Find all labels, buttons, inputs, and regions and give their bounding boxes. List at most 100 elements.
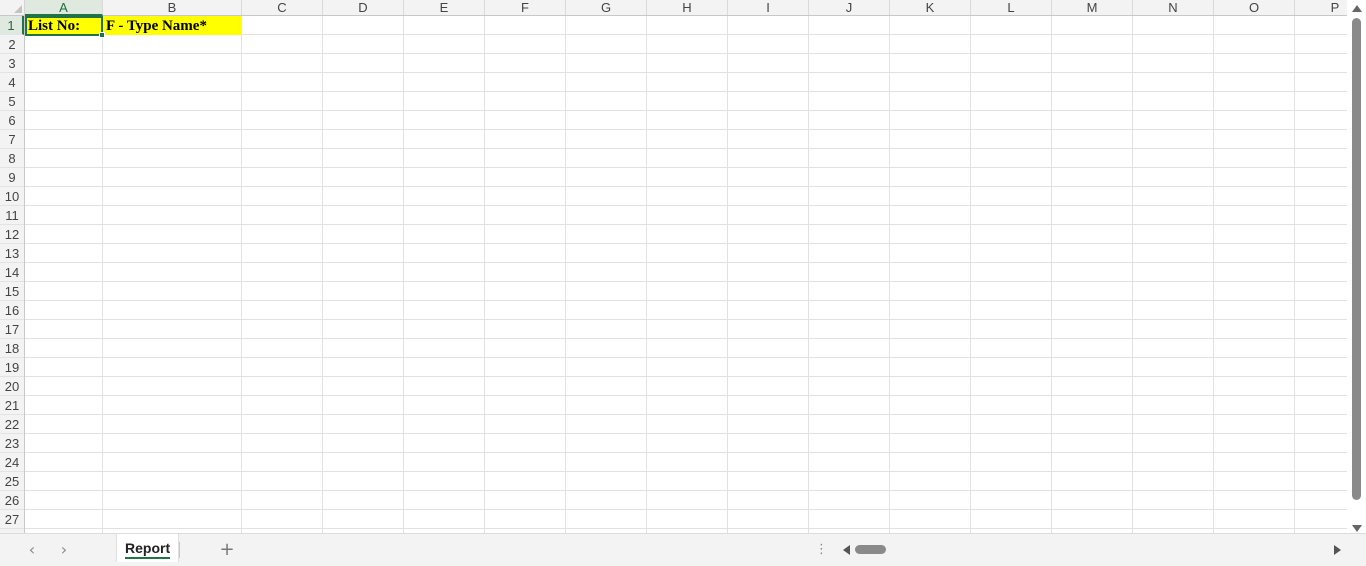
row-header-17[interactable]: 17	[0, 320, 24, 339]
more-options-icon[interactable]: ⋮	[815, 540, 828, 560]
sheet-tab-report[interactable]: Report	[116, 534, 180, 562]
gridline-vertical	[889, 16, 890, 533]
gridline-horizontal	[25, 376, 1347, 377]
column-header-j[interactable]: J	[809, 0, 890, 15]
gridline-horizontal	[25, 414, 1347, 415]
gridline-vertical	[646, 16, 647, 533]
gridline-vertical	[403, 16, 404, 533]
column-header-l[interactable]: L	[971, 0, 1052, 15]
row-header-20[interactable]: 20	[0, 377, 24, 396]
gridline-horizontal	[25, 110, 1347, 111]
gridline-horizontal	[25, 338, 1347, 339]
tab-divider	[179, 542, 180, 558]
select-all-triangle-icon	[14, 5, 22, 13]
gridline-vertical	[322, 16, 323, 533]
gridline-horizontal	[25, 53, 1347, 54]
gridline-vertical	[808, 16, 809, 533]
row-header-18[interactable]: 18	[0, 339, 24, 358]
column-header-g[interactable]: G	[566, 0, 647, 15]
gridline-vertical	[1132, 16, 1133, 533]
gridline-vertical	[1294, 16, 1295, 533]
gridline-horizontal	[25, 490, 1347, 491]
row-header-7[interactable]: 7	[0, 130, 24, 149]
column-header-i[interactable]: I	[728, 0, 809, 15]
row-header-21[interactable]: 21	[0, 396, 24, 415]
add-sheet-button[interactable]: +	[217, 539, 237, 561]
next-sheet-icon[interactable]: ›	[54, 540, 74, 560]
row-header-16[interactable]: 16	[0, 301, 24, 320]
gridline-horizontal	[25, 72, 1347, 73]
gridline-horizontal	[25, 300, 1347, 301]
column-header-m[interactable]: M	[1052, 0, 1133, 15]
select-all-corner[interactable]	[0, 0, 25, 16]
cell-area[interactable]: List No: F - Type Name*	[25, 16, 1347, 533]
vertical-scroll-thumb[interactable]	[1352, 18, 1361, 500]
row-header-26[interactable]: 26	[0, 491, 24, 510]
row-header-3[interactable]: 3	[0, 54, 24, 73]
row-header-6[interactable]: 6	[0, 111, 24, 130]
row-header-12[interactable]: 12	[0, 225, 24, 244]
row-header-8[interactable]: 8	[0, 149, 24, 168]
gridline-horizontal	[25, 243, 1347, 244]
row-header-25[interactable]: 25	[0, 472, 24, 491]
gridline-vertical	[970, 16, 971, 533]
column-header-n[interactable]: N	[1133, 0, 1214, 15]
column-headers: ABCDEFGHIJKLMNOP	[25, 0, 1347, 16]
gridline-vertical	[1051, 16, 1052, 533]
column-header-d[interactable]: D	[323, 0, 404, 15]
scroll-left-icon[interactable]	[843, 545, 850, 555]
row-headers: 1 2 3 4 5 6 7 8 9 10 11 12 13 14 15 16 17 18 19 20 21 22 23 24 2…	[0, 16, 25, 533]
row-header-27[interactable]: 27	[0, 510, 24, 529]
column-header-c[interactable]: C	[242, 0, 323, 15]
scroll-up-icon[interactable]	[1352, 5, 1362, 12]
row-header-10[interactable]: 10	[0, 187, 24, 206]
row-header-1[interactable]: 1	[0, 16, 24, 35]
column-header-o[interactable]: O	[1214, 0, 1295, 15]
gridline-vertical	[1213, 16, 1214, 533]
row-header-5[interactable]: 5	[0, 92, 24, 111]
cell-b1[interactable]: F - Type Name*	[103, 16, 242, 35]
row-header-14[interactable]: 14	[0, 263, 24, 282]
spreadsheet-grid[interactable]: ABCDEFGHIJKLMNOP 1 2 3 4 5 6 7 8 9 10 11 12 13 14 15 16…	[0, 0, 1347, 533]
cell-a1[interactable]: List No:	[25, 16, 103, 35]
row-header-23[interactable]: 23	[0, 434, 24, 453]
horizontal-scrollbar[interactable]	[838, 540, 1348, 560]
row-header-2[interactable]: 2	[0, 35, 24, 54]
column-header-a[interactable]: A	[25, 0, 103, 16]
row-header-11[interactable]: 11	[0, 206, 24, 225]
gridline-vertical	[727, 16, 728, 533]
gridline-horizontal	[25, 91, 1347, 92]
column-header-k[interactable]: K	[890, 0, 971, 15]
gridline-horizontal	[25, 357, 1347, 358]
horizontal-scroll-thumb[interactable]	[855, 545, 886, 554]
sheet-tab-bar: ‹ › Report + ⋮	[0, 533, 1366, 566]
gridline-horizontal	[25, 262, 1347, 263]
gridline-horizontal	[25, 319, 1347, 320]
gridline-horizontal	[25, 452, 1347, 453]
column-header-b[interactable]: B	[103, 0, 242, 15]
column-header-e[interactable]: E	[404, 0, 485, 15]
gridline-horizontal	[25, 433, 1347, 434]
prev-sheet-icon[interactable]: ‹	[22, 540, 42, 560]
gridline-horizontal	[25, 148, 1347, 149]
scroll-down-icon[interactable]	[1352, 525, 1362, 532]
gridline-horizontal	[25, 528, 1347, 529]
row-header-13[interactable]: 13	[0, 244, 24, 263]
row-header-4[interactable]: 4	[0, 73, 24, 92]
scroll-right-icon[interactable]	[1334, 545, 1341, 555]
column-header-f[interactable]: F	[485, 0, 566, 15]
column-header-h[interactable]: H	[647, 0, 728, 15]
gridline-vertical	[241, 16, 242, 533]
gridline-horizontal	[25, 129, 1347, 130]
gridline-vertical	[102, 16, 103, 533]
row-header-22[interactable]: 22	[0, 415, 24, 434]
gridline-horizontal	[25, 224, 1347, 225]
row-header-9[interactable]: 9	[0, 168, 24, 187]
row-header-15[interactable]: 15	[0, 282, 24, 301]
gridline-vertical	[565, 16, 566, 533]
row-header-24[interactable]: 24	[0, 453, 24, 472]
fill-handle[interactable]	[99, 32, 105, 38]
column-header-p[interactable]: P	[1295, 0, 1347, 15]
row-header-19[interactable]: 19	[0, 358, 24, 377]
vertical-scrollbar[interactable]	[1347, 0, 1366, 533]
